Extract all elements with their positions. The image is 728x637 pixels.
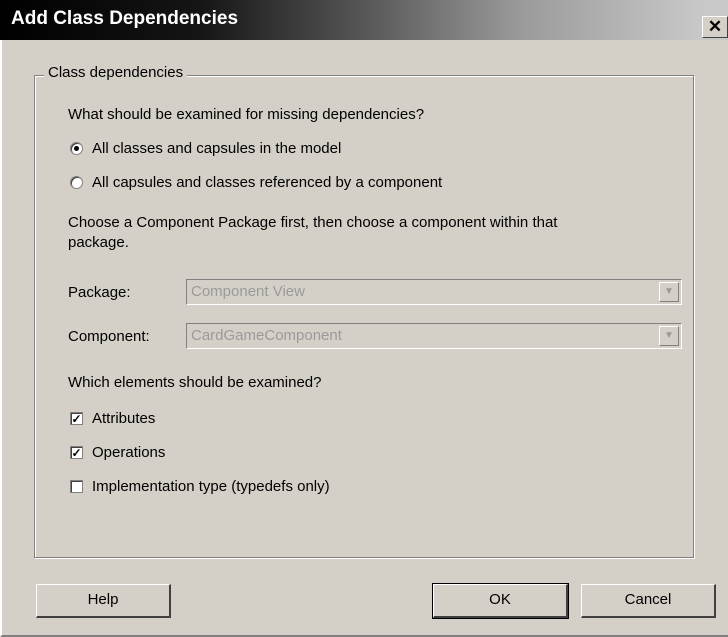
- check-icon: ✓: [71, 446, 82, 460]
- close-button[interactable]: ✕: [702, 16, 728, 38]
- group-legend: Class dependencies: [44, 64, 188, 81]
- cancel-button[interactable]: Cancel: [581, 584, 716, 618]
- checkbox-implementation-type-label[interactable]: Implementation type (typedefs only): [92, 478, 330, 495]
- checkbox-attributes-label[interactable]: Attributes: [92, 410, 155, 427]
- component-combo[interactable]: CardGameComponent ▼: [186, 323, 682, 349]
- checkbox-implementation-type[interactable]: [70, 480, 83, 493]
- instruction-line-2: package.: [68, 234, 129, 251]
- component-label: Component:: [68, 328, 150, 345]
- chevron-down-icon: ▼: [664, 286, 674, 297]
- examine-question: What should be examined for missing depe…: [68, 106, 425, 123]
- radio-component-referenced[interactable]: [70, 176, 83, 189]
- checkbox-attributes[interactable]: ✓: [70, 412, 83, 425]
- help-button[interactable]: Help: [36, 584, 171, 618]
- check-icon: ✓: [71, 412, 82, 426]
- title-bar: Add Class Dependencies ✕: [0, 0, 728, 40]
- chevron-down-icon: ▼: [664, 330, 674, 341]
- radio-component-referenced-label[interactable]: All capsules and classes referenced by a…: [92, 174, 442, 191]
- package-combo[interactable]: Component View ▼: [186, 279, 682, 305]
- ok-button[interactable]: OK: [432, 583, 569, 619]
- close-icon: ✕: [707, 17, 723, 36]
- package-value: Component View: [191, 283, 305, 300]
- radio-selected-dot: [74, 146, 79, 151]
- elements-question: Which elements should be examined?: [68, 374, 322, 391]
- radio-all-classes-label[interactable]: All classes and capsules in the model: [92, 140, 341, 157]
- instruction-line-1: Choose a Component Package first, then c…: [68, 214, 558, 231]
- component-value: CardGameComponent: [191, 327, 342, 344]
- package-label: Package:: [68, 284, 131, 301]
- radio-all-classes[interactable]: [70, 142, 83, 155]
- checkbox-operations-label[interactable]: Operations: [92, 444, 165, 461]
- dialog-title: Add Class Dependencies: [11, 8, 239, 29]
- checkbox-operations[interactable]: ✓: [70, 446, 83, 459]
- component-dropdown-button[interactable]: ▼: [659, 326, 679, 346]
- package-dropdown-button[interactable]: ▼: [659, 282, 679, 302]
